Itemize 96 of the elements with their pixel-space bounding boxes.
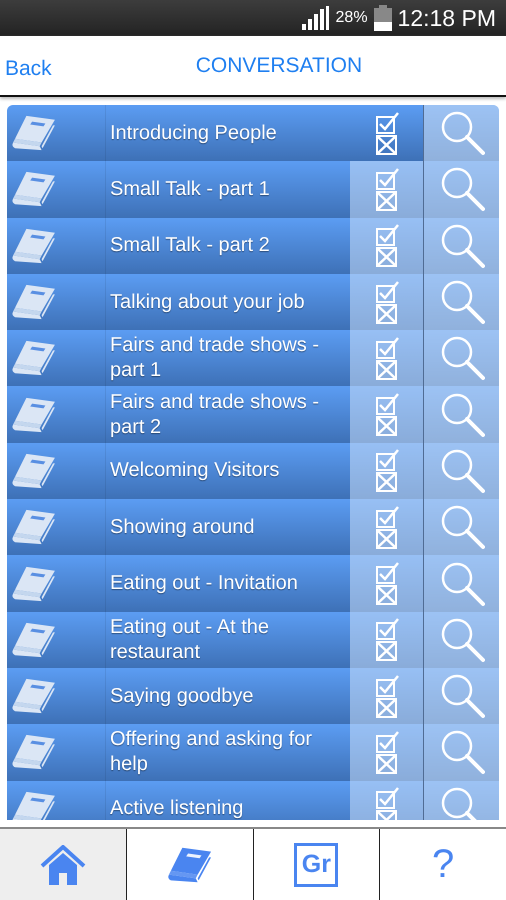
lesson-title: Offering and asking for help (109, 727, 313, 778)
checkbox-tick-icon (374, 224, 398, 246)
checkbox-cross-icon (374, 698, 398, 718)
checkbox-cross-icon (374, 360, 398, 380)
lesson-title: Welcoming Visitors (109, 458, 280, 484)
checkbox-tick-icon (374, 562, 398, 584)
lesson-title: Saying goodbye (109, 684, 254, 709)
quiz-button[interactable] (350, 668, 424, 724)
quiz-button[interactable] (350, 442, 424, 500)
search-button[interactable] (424, 442, 499, 500)
book-icon (11, 283, 57, 322)
quiz-button[interactable] (350, 724, 424, 781)
checkbox-tick-icon (374, 112, 398, 134)
lesson-row[interactable]: Fairs and trade shows - part 2 (7, 386, 499, 443)
lesson-row[interactable]: Small Talk - part 2 (7, 218, 499, 274)
lesson-title: Small Talk - part 1 (109, 176, 270, 202)
checkbox-tick-icon (374, 618, 398, 640)
lesson-title: Eating out - At the restaurant (109, 614, 270, 665)
checkbox-cross-icon (374, 754, 398, 774)
quiz-button[interactable] (350, 218, 424, 274)
checkbox-cross-icon (374, 585, 398, 606)
search-button[interactable] (424, 612, 499, 668)
search-button[interactable] (424, 105, 499, 162)
search-button[interactable] (424, 499, 499, 556)
search-button[interactable] (424, 724, 499, 781)
search-button[interactable] (424, 330, 499, 386)
checkbox-tick-icon (374, 280, 398, 303)
checkbox-cross-icon (374, 472, 398, 492)
checkbox-cross-icon (374, 190, 398, 211)
lesson-row[interactable]: Small Talk - part 1 (7, 161, 499, 218)
checkbox-tick-icon (374, 787, 398, 810)
clock-time: 12:18 PM (398, 4, 496, 32)
search-button[interactable] (424, 780, 499, 820)
book-icon (11, 508, 57, 546)
book-icon (11, 452, 57, 490)
lesson-row[interactable]: Eating out - At the restaurant (7, 612, 499, 668)
book-icon (11, 677, 57, 716)
back-link[interactable]: Back (5, 56, 52, 80)
lesson-title: Active listening (109, 796, 244, 820)
checkbox-tick-icon (374, 336, 398, 359)
quiz-button[interactable] (350, 612, 424, 668)
lesson-title: Fairs and trade shows - part 2 (109, 390, 320, 440)
quiz-button[interactable] (350, 499, 424, 556)
quiz-button[interactable] (350, 161, 424, 218)
book-icon (11, 790, 57, 820)
lesson-row[interactable]: Offering and asking for help (7, 724, 499, 781)
checkbox-tick-icon (374, 168, 398, 190)
book-icon (11, 620, 57, 659)
lesson-title: Introducing People (109, 120, 277, 146)
book-icon (11, 170, 57, 208)
lesson-row[interactable]: Fairs and trade shows - part 1 (7, 330, 499, 386)
checkbox-cross-icon (374, 304, 398, 324)
screen-title: CONVERSATION (196, 54, 362, 78)
checkbox-tick-icon (374, 449, 398, 472)
lesson-title: Showing around (109, 514, 255, 540)
home-tab[interactable] (0, 829, 127, 900)
checkbox-tick-icon (374, 730, 398, 753)
home-icon (40, 844, 86, 884)
book-icon (11, 339, 57, 378)
book-icon (11, 396, 57, 434)
book-icon (11, 114, 57, 152)
lesson-title: Fairs and trade shows - part 1 (109, 333, 320, 384)
checkbox-tick-icon (374, 393, 398, 416)
search-button[interactable] (424, 555, 499, 612)
book-icon (11, 564, 57, 603)
checkbox-cross-icon (374, 641, 398, 662)
lesson-title: Small Talk - part 2 (109, 233, 270, 258)
battery-icon (374, 5, 392, 31)
checkbox-cross-icon (374, 134, 398, 155)
signal-icon (302, 6, 330, 30)
lesson-row[interactable]: Introducing People (7, 105, 499, 162)
quiz-button[interactable] (350, 274, 424, 330)
search-button[interactable] (424, 218, 499, 274)
lesson-title: Eating out - Invitation (109, 571, 298, 596)
search-button[interactable] (424, 668, 499, 724)
lesson-row[interactable]: Eating out - Invitation (7, 555, 499, 612)
checkbox-cross-icon (374, 528, 398, 549)
lesson-row[interactable]: Talking about your job (7, 274, 499, 330)
book-icon (11, 733, 57, 772)
search-button[interactable] (424, 161, 499, 218)
battery-level: 28% (336, 9, 368, 27)
quiz-button[interactable] (350, 555, 424, 612)
lesson-row[interactable]: Active listening (7, 780, 499, 820)
book-icon (11, 226, 57, 265)
checkbox-tick-icon (374, 506, 398, 528)
search-button[interactable] (424, 386, 499, 443)
quiz-button[interactable] (350, 330, 424, 386)
lesson-title: Talking about your job (109, 290, 305, 315)
quiz-button[interactable] (350, 386, 424, 443)
checkbox-tick-icon (374, 674, 398, 697)
checkbox-cross-icon (374, 247, 398, 268)
search-button[interactable] (424, 274, 499, 330)
checkbox-cross-icon (374, 416, 398, 436)
lesson-row[interactable]: Welcoming Visitors (7, 442, 499, 500)
lesson-row[interactable]: Showing around (7, 499, 499, 556)
lesson-row[interactable]: Saying goodbye (7, 668, 499, 724)
